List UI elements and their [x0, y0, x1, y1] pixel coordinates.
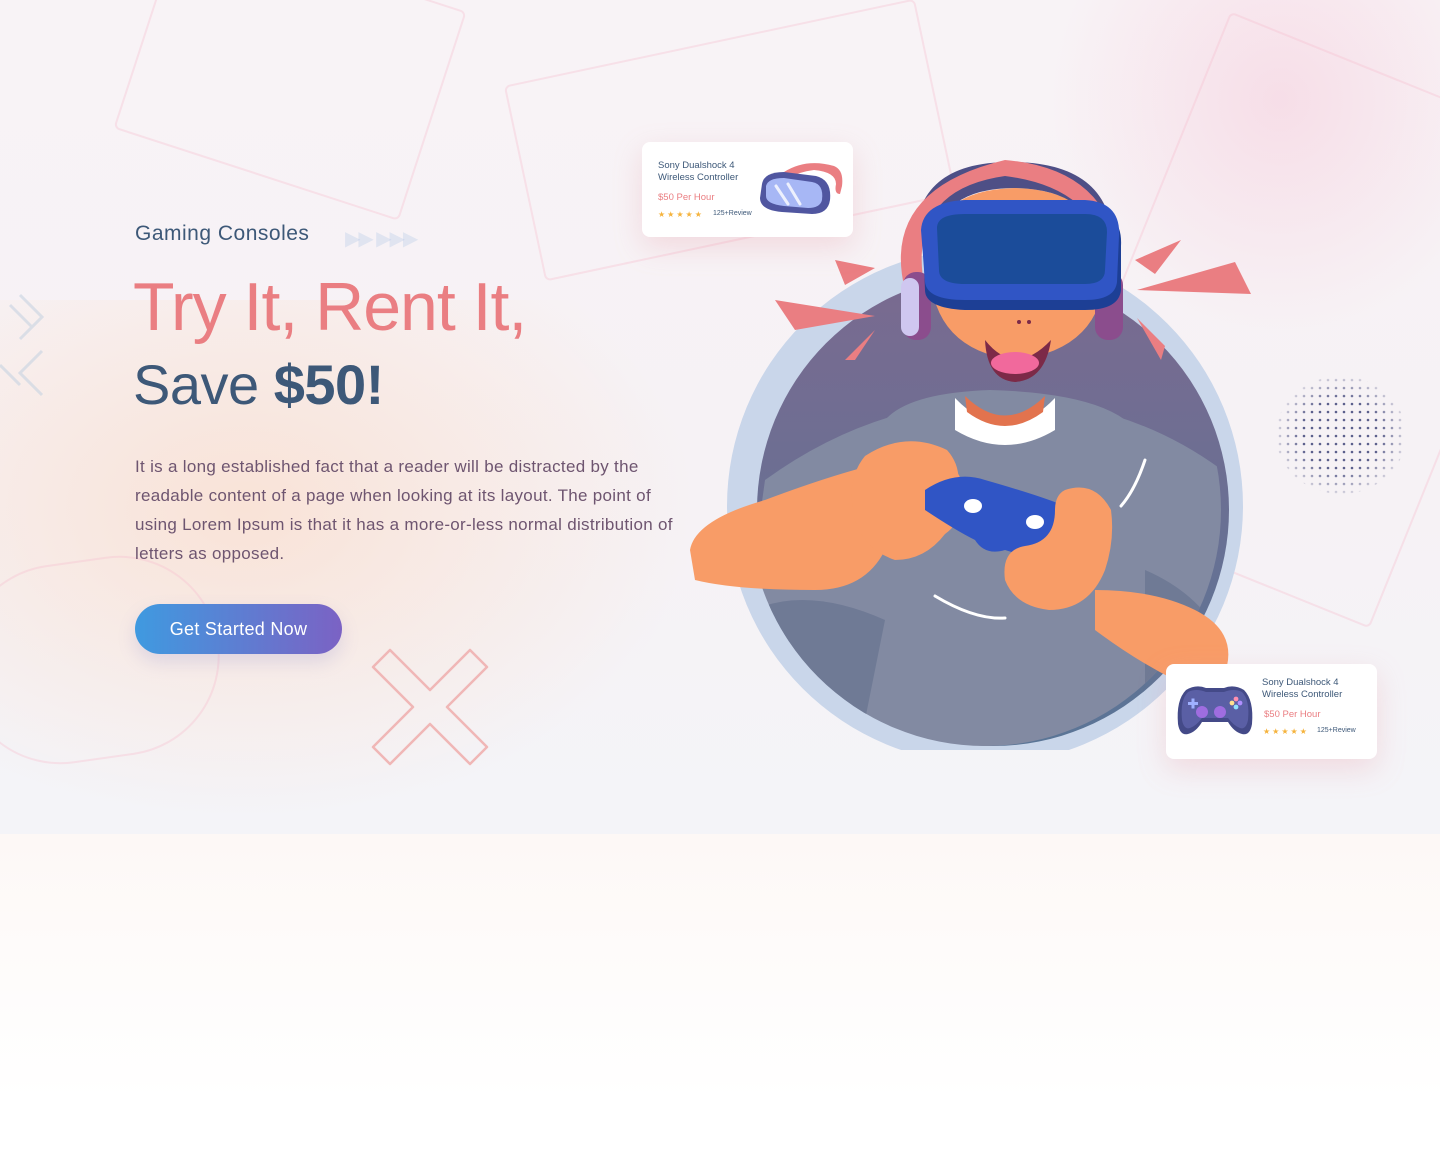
gamepad-icon [1177, 686, 1253, 735]
dot-grid-decoration [1276, 376, 1406, 494]
product-card[interactable]: Sony Dualshock 4 Wireless Controller $50… [642, 142, 853, 237]
gamer-vr-illustration [690, 160, 1251, 750]
hero-subtitle: Gaming Consoles [135, 222, 310, 245]
background-line [113, 0, 467, 221]
product-card[interactable]: Sony Dualshock 4 Wireless Controller $50… [1166, 664, 1377, 759]
title-prefix: Save [133, 353, 274, 416]
product-price: $50 Per Hour [658, 192, 715, 203]
x-shape-decoration [371, 648, 489, 766]
review-count: 125+Review [713, 210, 752, 217]
product-title: Sony Dualshock 4 Wireless Controller [1262, 677, 1343, 700]
hero-description: It is a long established fact that a rea… [135, 457, 673, 563]
review-count: 125+Review [1317, 727, 1356, 734]
hero-title-line1: Try It, Rent It, [133, 269, 527, 345]
hero-title-line2: Save $50! [133, 352, 384, 417]
star-rating: ★★★★★ [658, 210, 704, 219]
hero-section: ▶▶ ▶▶▶ Gaming Consoles Try It, Rent It, … [0, 0, 1440, 834]
diamond-decoration [0, 293, 45, 397]
title-price: $50! [273, 353, 385, 416]
product-title: Sony Dualshock 4 Wireless Controller [658, 160, 739, 183]
arrows-decoration: ▶▶ ▶▶▶ [345, 226, 418, 250]
get-started-button[interactable]: Get Started Now [135, 604, 342, 654]
product-price: $50 Per Hour [1264, 709, 1321, 720]
star-rating: ★★★★★ [1263, 727, 1309, 736]
below-hero-area [0, 834, 1440, 1166]
vr-headset-icon [760, 163, 843, 214]
